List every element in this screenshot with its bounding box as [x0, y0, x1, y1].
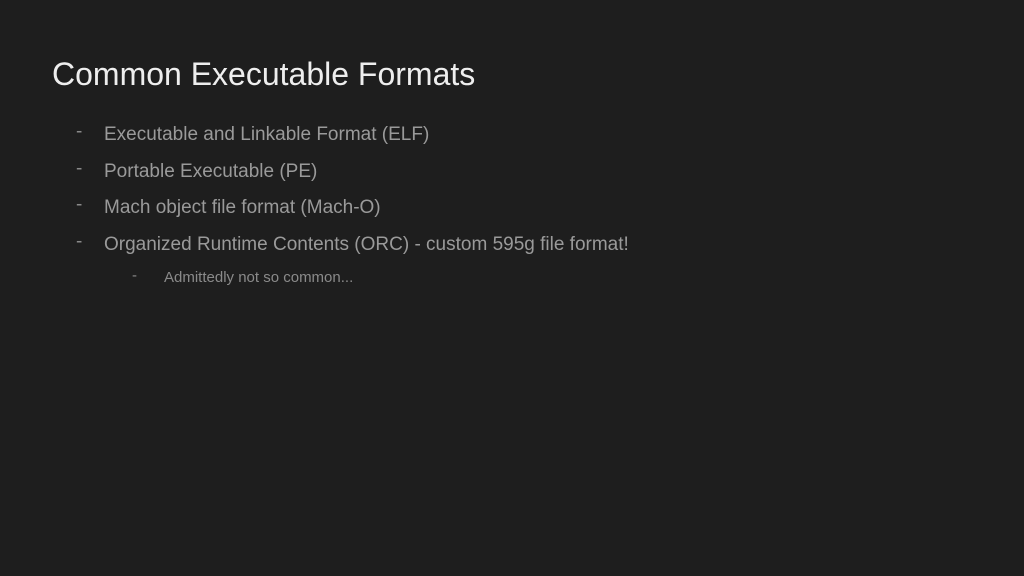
- sub-bullet-list: - Admittedly not so common...: [52, 267, 972, 290]
- bullet-text: Mach object file format (Mach-O): [104, 194, 381, 223]
- bullet-dash-icon: -: [76, 231, 104, 253]
- list-item: - Mach object file format (Mach-O): [76, 194, 972, 223]
- slide-container: Common Executable Formats - Executable a…: [0, 0, 1024, 576]
- bullet-dash-icon: -: [132, 267, 164, 284]
- list-item: - Executable and Linkable Format (ELF): [76, 121, 972, 150]
- bullet-dash-icon: -: [76, 158, 104, 180]
- list-item: - Portable Executable (PE): [76, 158, 972, 187]
- bullet-dash-icon: -: [76, 121, 104, 143]
- bullet-text: Organized Runtime Contents (ORC) - custo…: [104, 231, 629, 260]
- slide-title: Common Executable Formats: [52, 56, 972, 93]
- list-item: - Organized Runtime Contents (ORC) - cus…: [76, 231, 972, 260]
- bullet-text: Portable Executable (PE): [104, 158, 317, 187]
- bullet-dash-icon: -: [76, 194, 104, 216]
- sub-bullet-text: Admittedly not so common...: [164, 267, 353, 290]
- bullet-text: Executable and Linkable Format (ELF): [104, 121, 429, 150]
- list-item: - Admittedly not so common...: [132, 267, 972, 290]
- bullet-list: - Executable and Linkable Format (ELF) -…: [52, 121, 972, 259]
